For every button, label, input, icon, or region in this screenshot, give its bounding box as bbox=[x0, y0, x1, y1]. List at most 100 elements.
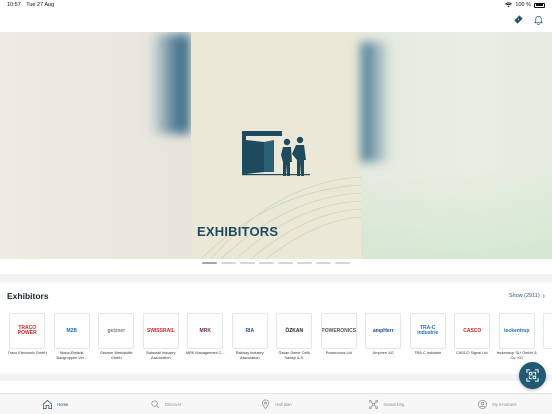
exhibitor-card[interactable]: Tallinn Tallinn... bbox=[539, 313, 552, 365]
tab-my-innotrans[interactable]: My Innotrans bbox=[442, 394, 552, 414]
exhibitor-card[interactable]: ampHerr Ampherr AG bbox=[361, 313, 406, 365]
status-time: 10:57 bbox=[7, 2, 21, 8]
tab-home[interactable]: Home bbox=[0, 394, 110, 414]
tab-networking-label: Networking bbox=[383, 401, 405, 407]
network-icon bbox=[369, 399, 379, 409]
exhibitor-name: Özkan Demir Celik Sanayi A.S. bbox=[278, 351, 311, 360]
section-divider bbox=[0, 274, 552, 282]
search-icon bbox=[151, 399, 160, 408]
exhibitor-name: Ampherr AG bbox=[372, 351, 394, 355]
tab-hall-plan-label: Hall plan bbox=[275, 401, 292, 407]
exhibitor-card[interactable]: TRA-C industrie TRA-C industrie bbox=[406, 313, 451, 365]
tab-home-label: Home bbox=[57, 401, 69, 407]
hero-right-accent bbox=[361, 42, 391, 162]
exhibitor-logo: TRA-C industrie bbox=[409, 313, 446, 349]
qr-scan-icon bbox=[526, 369, 539, 382]
exhibitor-card[interactable]: CASCO CASCO Signal Ltd. bbox=[450, 313, 495, 365]
battery-icon bbox=[534, 2, 545, 8]
top-icons bbox=[513, 14, 544, 25]
bottom-tab-bar: Home Discover Hall plan Networking My In… bbox=[0, 393, 552, 414]
status-date: Tue 27 Aug bbox=[26, 2, 55, 8]
exhibitor-card[interactable]: POWERONICS Poweronics Ltd bbox=[317, 313, 362, 365]
exhibitor-logo: TRACO POWER bbox=[9, 313, 46, 349]
exhibitor-name: MRK Management C... bbox=[185, 351, 225, 355]
exhibitor-logo: RIA bbox=[231, 313, 268, 349]
exhibitor-card[interactable]: teckentrup teckentrup SLI GmbH & Co. KG bbox=[495, 313, 540, 365]
exhibitor-logo-text: getzner bbox=[107, 327, 126, 334]
exhibitor-list[interactable]: TRACO POWER Traco Electronic GmbH M2B Motor… bbox=[5, 313, 552, 365]
scan-qr-button[interactable] bbox=[519, 362, 546, 389]
home-icon bbox=[43, 399, 53, 409]
exhibitor-card[interactable]: TRACO POWER Traco Electronic GmbH bbox=[5, 313, 50, 365]
exhibitor-card[interactable]: getzner Getzner Werkstoffe GmbH bbox=[94, 313, 139, 365]
exhibitor-logo-text: ÖZKAN bbox=[285, 327, 304, 334]
tab-discover-label: Discover bbox=[164, 401, 182, 407]
hero-slide-next[interactable] bbox=[361, 32, 552, 259]
exhibitor-logo: ÖZKAN bbox=[276, 313, 313, 349]
exhibitor-logo: ampHerr bbox=[365, 313, 402, 349]
top-bar bbox=[0, 10, 552, 32]
exhibitor-logo: MRK bbox=[187, 313, 224, 349]
section-divider bbox=[0, 374, 552, 381]
exhibitors-title: Exhibitors bbox=[7, 291, 49, 301]
exhibitor-name: teckentrup SLI GmbH & Co. KG bbox=[496, 351, 537, 360]
battery-percent: 100 % bbox=[515, 2, 531, 8]
exhibitor-name: CASCO Signal Ltd. bbox=[456, 351, 489, 355]
exhibitor-logo-text: CASCO bbox=[463, 327, 482, 334]
exhibitor-logo-text: RIA bbox=[245, 327, 255, 334]
carousel-pagination bbox=[0, 262, 552, 264]
exhibitor-logo: SWISSRAIL bbox=[142, 313, 179, 349]
exhibitor-name: Getzner Werkstoffe GmbH bbox=[99, 351, 133, 360]
show-all-link[interactable]: Show (2911) › bbox=[509, 293, 545, 300]
exhibitor-logo-text: teckentrup bbox=[503, 327, 530, 334]
pagination-dot[interactable] bbox=[278, 262, 293, 264]
user-icon bbox=[478, 399, 488, 409]
hero-title: EXHIBITORS bbox=[197, 224, 279, 239]
pagination-dot[interactable] bbox=[202, 262, 217, 264]
pagination-dot[interactable] bbox=[240, 262, 255, 264]
pagination-dot[interactable] bbox=[316, 262, 331, 264]
exhibitor-logo: POWERONICS bbox=[320, 313, 357, 349]
exhibitor-card[interactable]: RIA Railway Industry Association bbox=[228, 313, 273, 365]
exhibitor-card[interactable]: SWISSRAIL Swissrail Industry Association bbox=[139, 313, 184, 365]
exhibitor-name: Railway Industry Association bbox=[235, 351, 264, 360]
status-left: 10:57 Tue 27 Aug bbox=[7, 2, 58, 8]
exhibitor-card[interactable]: ÖZKAN Özkan Demir Celik Sanayi A.S. bbox=[272, 313, 317, 365]
exhibitor-logo: getzner bbox=[98, 313, 135, 349]
chevron-right-icon: › bbox=[542, 292, 545, 300]
status-right: 100 % bbox=[505, 2, 545, 8]
exhibitor-logo: Tallinn bbox=[543, 313, 552, 349]
tab-hall-plan[interactable]: Hall plan bbox=[221, 394, 331, 414]
exhibitor-name: Poweronics Ltd bbox=[325, 351, 352, 355]
exhibitor-logo-text: MRK bbox=[199, 327, 211, 334]
exhibitor-name: Traco Electronic GmbH bbox=[7, 351, 47, 355]
tab-discover[interactable]: Discover bbox=[110, 394, 220, 414]
exhibitor-name: Tallinn... bbox=[540, 351, 552, 356]
exhibitor-booth-icon bbox=[242, 131, 310, 176]
wifi-icon bbox=[505, 2, 513, 8]
exhibitor-logo: CASCO bbox=[454, 313, 491, 349]
exhibitor-logo-text: TRACO POWER bbox=[17, 325, 37, 336]
ticket-icon[interactable] bbox=[513, 14, 524, 25]
hero-right-tint bbox=[361, 169, 552, 259]
tab-my-innotrans-label: My Innotrans bbox=[492, 401, 517, 407]
pagination-dot[interactable] bbox=[297, 262, 312, 264]
pagination-dot[interactable] bbox=[221, 262, 236, 264]
hero-carousel[interactable]: EXHIBITORS bbox=[0, 32, 552, 259]
pagination-dot[interactable] bbox=[335, 262, 350, 264]
exhibitors-header: Exhibitors Show (2911) › bbox=[7, 291, 545, 301]
exhibitor-name: Swissrail Industry Association bbox=[145, 351, 176, 360]
exhibitor-logo: teckentrup bbox=[498, 313, 535, 349]
hero-left-accent bbox=[150, 34, 190, 134]
map-pin-icon bbox=[262, 399, 270, 409]
status-bar: 10:57 Tue 27 Aug 100 % bbox=[0, 0, 552, 10]
exhibitor-logo: M2B bbox=[53, 313, 90, 349]
pagination-dot[interactable] bbox=[259, 262, 274, 264]
exhibitor-name: Motor-Elektrik Baugruppen Ver... bbox=[56, 351, 87, 360]
tab-networking[interactable]: Networking bbox=[331, 394, 441, 414]
exhibitor-logo-text: TRA-C industrie bbox=[417, 325, 439, 336]
exhibitor-logo-text: ampHerr bbox=[372, 327, 394, 334]
exhibitor-card[interactable]: MRK MRK Management C... bbox=[183, 313, 228, 365]
exhibitor-card[interactable]: M2B Motor-Elektrik Baugruppen Ver... bbox=[50, 313, 95, 365]
bell-icon[interactable] bbox=[533, 14, 544, 25]
